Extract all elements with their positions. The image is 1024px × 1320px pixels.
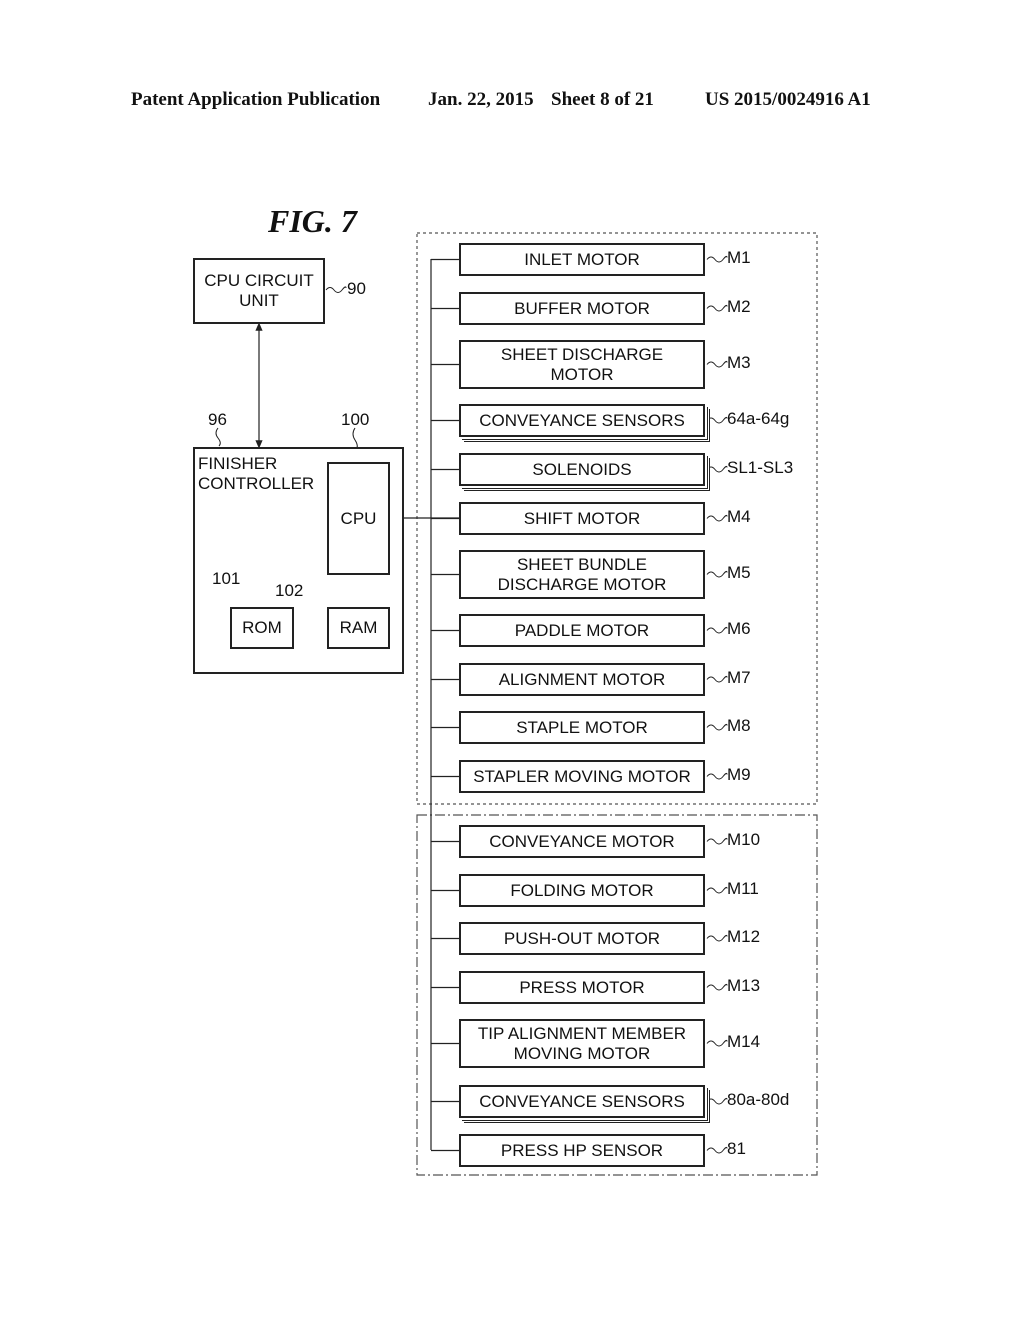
device-ref: M11 <box>727 878 759 898</box>
ref-102: 102 <box>275 581 304 600</box>
device-label-line1: PRESS MOTOR <box>519 977 645 997</box>
device-box: SHEET DISCHARGE MOTOR <box>459 340 705 389</box>
device-ref: 80a-80d <box>727 1089 790 1109</box>
device-ref: M12 <box>727 926 761 946</box>
device-label-line1: SHIFT MOTOR <box>523 508 641 528</box>
device-label-line1: TIP ALIGNMENT MEMBER <box>477 1023 687 1043</box>
device-box: PUSH-OUT MOTOR <box>459 922 705 955</box>
leader-squiggle <box>706 723 728 731</box>
leader-squiggle <box>706 360 728 368</box>
device-ref: 81 <box>727 1138 746 1158</box>
device-ref: M7 <box>727 667 751 687</box>
cpu-circuit-unit-box: CPU CIRCUIT UNIT <box>193 258 325 324</box>
ram-box: RAM <box>327 607 390 649</box>
leader-squiggle <box>706 304 728 312</box>
leader-squiggle <box>706 255 728 263</box>
device-label-line1: PUSH-OUT MOTOR <box>503 928 661 948</box>
leader-squiggle <box>706 514 728 522</box>
device-box: TIP ALIGNMENT MEMBER MOVING MOTOR <box>459 1019 705 1068</box>
device-label-line1: STAPLE MOTOR <box>516 717 648 737</box>
device-ref: M13 <box>727 975 761 995</box>
cpu-label: CPU <box>340 508 377 528</box>
leader-squiggle <box>706 837 728 845</box>
device-box: CONVEYANCE MOTOR <box>459 825 705 858</box>
device-label-line1: INLET MOTOR <box>524 249 640 269</box>
leader-squiggle <box>706 772 728 780</box>
device-label-line1: FOLDING MOTOR <box>510 880 654 900</box>
device-label-line1: SOLENOIDS <box>532 459 632 479</box>
ref-96: 96 <box>208 410 227 429</box>
device-box: BUFFER MOTOR <box>459 292 705 325</box>
ram-label: RAM <box>339 618 378 637</box>
device-box: ALIGNMENT MOTOR <box>459 663 705 696</box>
device-label-line2: DISCHARGE MOTOR <box>497 574 667 594</box>
device-ref: M5 <box>727 562 751 582</box>
device-box: STAPLE MOTOR <box>459 711 705 744</box>
device-label-line1: PRESS HP SENSOR <box>500 1140 664 1160</box>
device-ref: M10 <box>727 829 761 849</box>
device-label-line1: BUFFER MOTOR <box>514 298 650 318</box>
device-ref: M8 <box>727 715 751 735</box>
device-label-line1: CONVEYANCE MOTOR <box>489 831 675 851</box>
device-box: INLET MOTOR <box>459 243 705 276</box>
device-box: SHEET BUNDLE DISCHARGE MOTOR <box>459 550 705 599</box>
device-ref: M2 <box>727 296 751 316</box>
device-box: SOLENOIDS <box>459 453 705 486</box>
device-box: PRESS HP SENSOR <box>459 1134 705 1167</box>
device-label-line2: MOVING MOTOR <box>513 1043 651 1063</box>
finisher-controller-line1: FINISHER <box>198 454 278 473</box>
device-ref: M1 <box>727 247 751 267</box>
leader-squiggle <box>325 286 347 293</box>
ref-100: 100 <box>341 410 370 429</box>
device-label-line1: SHEET DISCHARGE <box>500 344 664 364</box>
device-box: CONVEYANCE SENSORS <box>459 404 705 437</box>
device-ref: M4 <box>727 506 751 526</box>
cpu-circuit-unit-line2: UNIT <box>239 291 279 310</box>
leader-squiggle <box>706 570 728 578</box>
leader-squiggle <box>706 675 728 683</box>
ref-90: 90 <box>347 279 366 298</box>
device-label-line1: CONVEYANCE SENSORS <box>479 1091 685 1111</box>
device-label-line2: MOTOR <box>550 364 614 384</box>
device-label-line1: ALIGNMENT MOTOR <box>498 669 666 689</box>
device-ref: 64a-64g <box>727 408 790 428</box>
device-box: PADDLE MOTOR <box>459 614 705 647</box>
ref-101: 101 <box>212 569 241 588</box>
device-ref: M6 <box>727 618 751 638</box>
leader-squiggle <box>706 416 728 424</box>
device-label-line1: STAPLER MOVING MOTOR <box>473 766 691 786</box>
device-label-line1: CONVEYANCE SENSORS <box>479 410 685 430</box>
leader-squiggle <box>706 1146 728 1154</box>
device-ref: M3 <box>727 352 751 372</box>
leader-squiggle <box>706 465 728 473</box>
finisher-controller-line2: CONTROLLER <box>198 474 315 493</box>
cpu-circuit-unit-line1: CPU CIRCUIT <box>204 271 314 290</box>
leader-squiggle <box>215 427 221 447</box>
device-label-line1: SHEET BUNDLE <box>516 554 648 574</box>
leader-squiggle <box>706 983 728 991</box>
rom-box: ROM <box>230 607 294 649</box>
leader-squiggle <box>706 626 728 634</box>
device-box: CONVEYANCE SENSORS <box>459 1085 705 1118</box>
device-box: STAPLER MOVING MOTOR <box>459 760 705 793</box>
device-box: PRESS MOTOR <box>459 971 705 1004</box>
leader-squiggle <box>706 886 728 894</box>
device-box: FOLDING MOTOR <box>459 874 705 907</box>
leader-squiggle <box>706 1097 728 1105</box>
rom-label: ROM <box>242 618 282 637</box>
device-label-line1: PADDLE MOTOR <box>514 620 650 640</box>
device-ref: M14 <box>727 1031 761 1051</box>
device-box: SHIFT MOTOR <box>459 502 705 535</box>
device-ref: SL1-SL3 <box>727 457 794 477</box>
device-ref: M9 <box>727 764 751 784</box>
cpu-box: CPU <box>327 462 390 575</box>
leader-squiggle <box>706 934 728 942</box>
connector-lines <box>215 232 818 1176</box>
leader-squiggle <box>706 1039 728 1047</box>
